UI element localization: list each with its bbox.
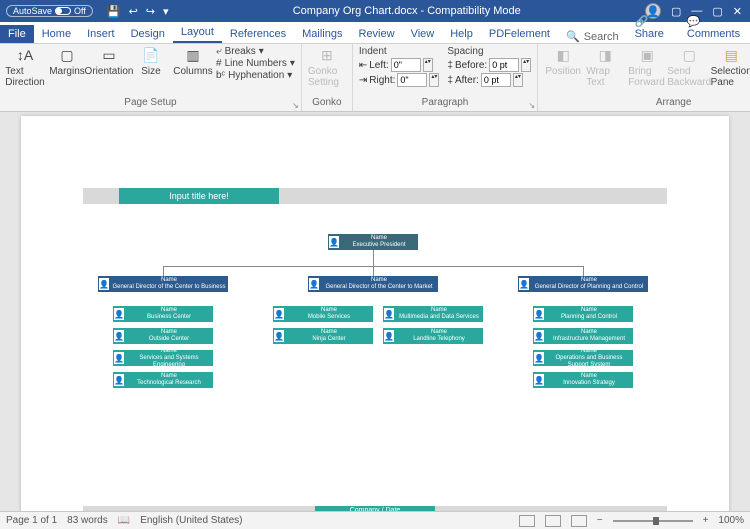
org-node-director[interactable]: NameGeneral Director of the Center to Bu… xyxy=(98,276,228,292)
tab-references[interactable]: References xyxy=(222,25,294,43)
zoom-level[interactable]: 100% xyxy=(718,515,744,526)
status-bar: Page 1 of 1 83 words 📖 English (United S… xyxy=(0,511,750,529)
bring-forward-button: ▣Bring Forward xyxy=(628,46,666,88)
page[interactable]: Input title here! NameExecutive Presiden… xyxy=(21,116,729,511)
web-layout-icon[interactable] xyxy=(571,515,587,527)
hyphenation-button[interactable]: bᶜ Hyphenation ▾ xyxy=(216,70,295,81)
redo-icon[interactable]: ↪ xyxy=(146,5,155,18)
org-node[interactable]: NameTechnological Research xyxy=(113,372,213,388)
status-words[interactable]: 83 words xyxy=(67,515,108,526)
tab-insert[interactable]: Insert xyxy=(79,25,123,43)
paragraph-dialog-icon[interactable]: ↘ xyxy=(528,101,535,110)
zoom-out-icon[interactable]: − xyxy=(597,515,603,526)
org-node-director[interactable]: NameGeneral Director of Planning and Con… xyxy=(518,276,648,292)
selection-pane-button[interactable]: ▤Selection Pane xyxy=(712,46,750,88)
wrap-text-button: ◨Wrap Text xyxy=(586,46,624,88)
org-node[interactable]: NameInfrastructure Management xyxy=(533,328,633,344)
columns-button[interactable]: ▥Columns xyxy=(174,46,212,77)
org-node[interactable]: NameMobile Services xyxy=(273,306,373,322)
status-language[interactable]: English (United States) xyxy=(140,515,242,526)
org-node[interactable]: NameInnovation Strategy xyxy=(533,372,633,388)
tab-home[interactable]: Home xyxy=(34,25,79,43)
position-button: ◧Position xyxy=(544,46,582,77)
group-gonko: ⊞Gonko Setting Gonko xyxy=(302,44,353,111)
group-paragraph: Indent ⇤ Left:▴▾ ⇥ Right:▴▾ Spacing ‡ Be… xyxy=(353,44,538,111)
indent-left[interactable]: ⇤ Left:▴▾ xyxy=(359,58,440,72)
ribbon: ↕AText Direction ▢Margins ▭Orientation 📄… xyxy=(0,44,750,112)
org-node[interactable]: NamePlanning and Control xyxy=(533,306,633,322)
margins-button[interactable]: ▢Margins xyxy=(48,46,86,77)
tell-me-search[interactable]: 🔍 Search xyxy=(558,30,627,43)
status-page[interactable]: Page 1 of 1 xyxy=(6,515,57,526)
zoom-in-icon[interactable]: + xyxy=(703,515,709,526)
tab-pdfelement[interactable]: PDFelement xyxy=(481,25,558,43)
read-mode-icon[interactable] xyxy=(519,515,535,527)
breaks-button[interactable]: ⤶ Breaks ▾ xyxy=(216,46,295,57)
spacing-before[interactable]: ‡ Before:▴▾ xyxy=(447,58,531,72)
tab-design[interactable]: Design xyxy=(123,25,173,43)
orientation-button[interactable]: ▭Orientation xyxy=(90,46,128,77)
document-canvas[interactable]: Input title here! NameExecutive Presiden… xyxy=(0,112,750,511)
text-direction-button[interactable]: ↕AText Direction xyxy=(6,46,44,88)
print-layout-icon[interactable] xyxy=(545,515,561,527)
tab-layout[interactable]: Layout xyxy=(173,23,222,43)
title-placeholder[interactable]: Input title here! xyxy=(119,188,279,204)
send-backward-button: ▢Send Backward xyxy=(670,46,708,88)
undo-icon[interactable]: ↩ xyxy=(129,5,138,18)
autosave-toggle[interactable]: AutoSave Off xyxy=(6,5,93,17)
org-node-president[interactable]: NameExecutive President xyxy=(328,234,418,250)
org-node[interactable]: NameOutside Center xyxy=(113,328,213,344)
comments-button[interactable]: 💬 Comments xyxy=(679,12,750,43)
org-node[interactable]: NameServices and Systems Engineering xyxy=(113,350,213,366)
save-icon[interactable]: 💾 xyxy=(107,5,121,18)
spacing-heading: Spacing xyxy=(447,46,531,57)
group-page-setup: ↕AText Direction ▢Margins ▭Orientation 📄… xyxy=(0,44,302,111)
org-node[interactable]: NameBusiness Center xyxy=(113,306,213,322)
document-title: Company Org Chart.docx - Compatibility M… xyxy=(169,5,645,17)
org-node[interactable]: NameLandline Telephony xyxy=(383,328,483,344)
ribbon-tabs: File Home Insert Design Layout Reference… xyxy=(0,22,750,44)
gonko-setting-button: ⊞Gonko Setting xyxy=(308,46,346,88)
org-node-director[interactable]: NameGeneral Director of the Center to Ma… xyxy=(308,276,438,292)
line-numbers-button[interactable]: # Line Numbers ▾ xyxy=(216,58,295,69)
tab-file[interactable]: File xyxy=(0,25,34,43)
page-setup-dialog-icon[interactable]: ↘ xyxy=(292,101,299,110)
indent-right[interactable]: ⇥ Right:▴▾ xyxy=(359,73,440,87)
org-chart: NameExecutive President NameGeneral Dire… xyxy=(83,234,667,498)
org-node[interactable]: NameNinja Center xyxy=(273,328,373,344)
title-banner: Input title here! xyxy=(83,188,667,204)
size-button[interactable]: 📄Size xyxy=(132,46,170,77)
tab-view[interactable]: View xyxy=(403,25,443,43)
org-node[interactable]: NameOperations and Business Support Syst… xyxy=(533,350,633,366)
indent-heading: Indent xyxy=(359,46,440,57)
tab-mailings[interactable]: Mailings xyxy=(294,25,350,43)
spacing-after[interactable]: ‡ After:▴▾ xyxy=(447,73,531,87)
group-arrange: ◧Position ◨Wrap Text ▣Bring Forward ▢Sen… xyxy=(538,44,750,111)
zoom-slider[interactable] xyxy=(613,520,693,522)
proofing-icon[interactable]: 📖 xyxy=(118,515,130,526)
tab-review[interactable]: Review xyxy=(351,25,403,43)
tab-help[interactable]: Help xyxy=(442,25,481,43)
org-node[interactable]: NameMultimedia and Data Services xyxy=(383,306,483,322)
share-button[interactable]: 🔗 Share xyxy=(627,12,679,43)
